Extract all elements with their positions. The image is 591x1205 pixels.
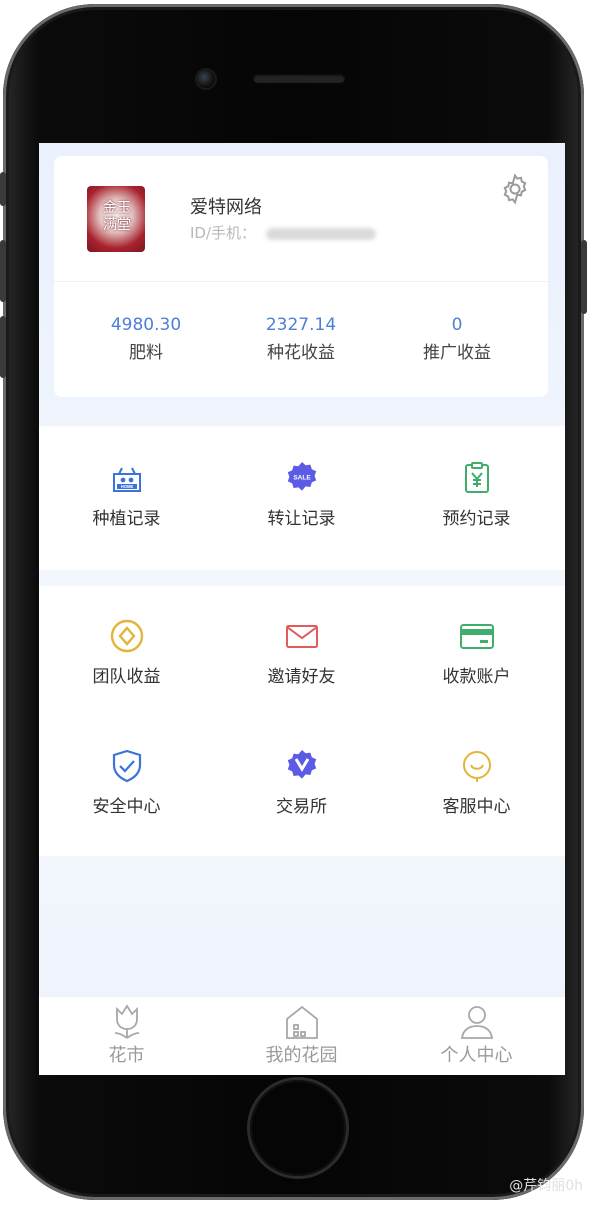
record-label: 转让记录 — [267, 509, 336, 529]
record-transfer[interactable]: SALE 转让记录 — [214, 460, 389, 530]
volume-up-button — [0, 240, 6, 302]
stat-label: 种花收益 — [267, 343, 335, 363]
smile-icon — [462, 751, 491, 782]
service-label: 安全中心 — [92, 797, 161, 817]
svg-text:HOME: HOME — [120, 484, 133, 489]
user-id-row: ID/手机： — [190, 222, 377, 243]
settings-gear-icon[interactable] — [498, 172, 532, 206]
exchange-badge-icon — [287, 750, 316, 779]
phone-frame: 金玉满堂 爱特网络 ID/手机： 4980.30 肥料 2327.14 种花收益… — [0, 4, 587, 1200]
service-label: 客服中心 — [442, 797, 511, 817]
tab-personal-center[interactable]: 个人中心 — [389, 1003, 564, 1067]
record-label: 种植记录 — [92, 509, 161, 529]
bottom-tab-bar: 花市 我的花园 个人中心 — [39, 996, 565, 1075]
person-icon — [460, 1006, 493, 1039]
record-reservation[interactable]: 预约记录 — [389, 460, 564, 530]
record-label: 预约记录 — [442, 509, 511, 529]
profile-card: 金玉满堂 爱特网络 ID/手机： 4980.30 肥料 2327.14 种花收益… — [54, 156, 548, 397]
app-screen: 金玉满堂 爱特网络 ID/手机： 4980.30 肥料 2327.14 种花收益… — [39, 143, 565, 1075]
service-payment-account[interactable]: 收款账户 — [389, 618, 564, 688]
service-exchange[interactable]: 交易所 — [214, 748, 389, 818]
service-label: 交易所 — [276, 797, 327, 817]
stat-value: 4980.30 — [110, 315, 182, 335]
svg-text:SALE: SALE — [293, 475, 311, 482]
tab-label: 个人中心 — [440, 1045, 513, 1066]
stat-value: 0 — [451, 315, 463, 335]
volume-down-button — [0, 316, 6, 378]
avatar[interactable]: 金玉满堂 — [87, 186, 145, 252]
tab-flower-market[interactable]: 花市 — [39, 1003, 214, 1067]
service-label: 团队收益 — [92, 667, 161, 687]
service-invite-friends[interactable]: 邀请好友 — [214, 618, 389, 688]
tab-label: 我的花园 — [265, 1045, 338, 1066]
service-customer-support[interactable]: 客服中心 — [389, 748, 564, 818]
card-divider — [54, 281, 548, 282]
house-icon — [285, 1005, 318, 1039]
home-basket-icon: HOME — [112, 467, 141, 492]
tab-my-garden[interactable]: 我的花园 — [214, 1003, 389, 1067]
avatar-caption: 金玉满堂 — [103, 200, 131, 233]
stat-planting-income[interactable]: 2327.14 种花收益 — [231, 314, 371, 368]
stat-fertilizer[interactable]: 4980.30 肥料 — [76, 314, 216, 368]
service-label: 邀请好友 — [267, 667, 336, 687]
sale-badge-icon: SALE — [287, 462, 316, 491]
username: 爱特网络 — [190, 197, 262, 218]
service-security-center[interactable]: 安全中心 — [39, 748, 214, 818]
shield-icon — [112, 749, 141, 783]
clipboard-yen-icon — [464, 462, 489, 493]
stat-label: 肥料 — [129, 343, 163, 363]
front-camera — [197, 70, 215, 88]
mute-switch — [0, 172, 6, 206]
coin-icon — [110, 619, 143, 653]
card-icon — [459, 624, 494, 649]
records-panel: HOME 种植记录 SALE 转让记录 预约记录 — [39, 426, 565, 570]
stat-promotion-income[interactable]: 0 推广收益 — [387, 314, 527, 368]
tab-label: 花市 — [108, 1045, 145, 1066]
services-panel: 团队收益 邀请好友 收款账户 安全中心 交易所 客服中心 — [39, 586, 565, 856]
user-id-label: ID/手机： — [190, 224, 257, 242]
service-team-income[interactable]: 团队收益 — [39, 618, 214, 688]
record-planting[interactable]: HOME 种植记录 — [39, 460, 214, 530]
watermark: @芹钧丽0h — [509, 1178, 583, 1194]
user-id-value-blurred — [266, 227, 377, 240]
mail-icon — [285, 625, 318, 648]
stat-label: 推广收益 — [423, 343, 491, 363]
home-button[interactable] — [250, 1080, 346, 1176]
power-button — [581, 240, 587, 314]
tulip-icon — [114, 1004, 139, 1039]
earpiece-speaker — [253, 74, 345, 83]
stat-value: 2327.14 — [265, 315, 337, 335]
service-label: 收款账户 — [442, 667, 511, 687]
